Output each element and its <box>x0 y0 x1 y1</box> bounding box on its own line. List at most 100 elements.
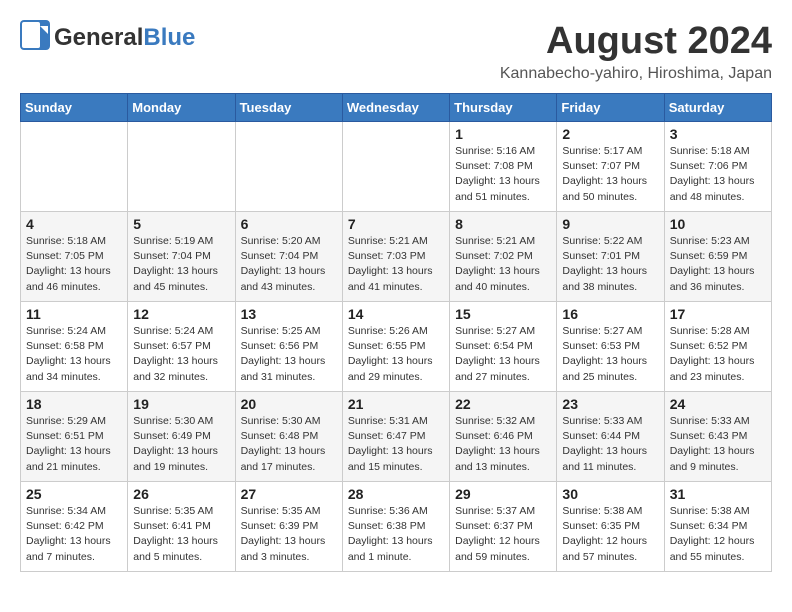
calendar-week-4: 18Sunrise: 5:29 AM Sunset: 6:51 PM Dayli… <box>21 392 772 482</box>
logo-general-text: General <box>54 24 143 51</box>
day-number: 16 <box>562 306 658 322</box>
day-info: Sunrise: 5:20 AM Sunset: 7:04 PM Dayligh… <box>241 234 337 295</box>
day-info: Sunrise: 5:25 AM Sunset: 6:56 PM Dayligh… <box>241 324 337 385</box>
calendar-cell: 30Sunrise: 5:38 AM Sunset: 6:35 PM Dayli… <box>557 482 664 572</box>
logo: GeneralBlue <box>20 20 195 55</box>
day-info: Sunrise: 5:28 AM Sunset: 6:52 PM Dayligh… <box>670 324 766 385</box>
day-number: 14 <box>348 306 444 322</box>
day-number: 3 <box>670 126 766 142</box>
day-info: Sunrise: 5:27 AM Sunset: 6:53 PM Dayligh… <box>562 324 658 385</box>
day-info: Sunrise: 5:19 AM Sunset: 7:04 PM Dayligh… <box>133 234 229 295</box>
day-number: 21 <box>348 396 444 412</box>
calendar-cell: 22 Sunrise: 5:32 AM Sunset: 6:46 PM Dayli… <box>450 392 557 482</box>
calendar-cell: 11 Sunrise: 5:24 AM Sunset: 6:58 PM Dayli… <box>21 302 128 392</box>
day-number: 12 <box>133 306 229 322</box>
day-number: 10 <box>670 216 766 232</box>
day-info: Sunrise: 5:38 AM Sunset: 6:34 PM Dayligh… <box>670 504 766 565</box>
day-number: 4 <box>26 216 122 232</box>
title-section: August 2024 Kannabecho-yahiro, Hiroshima… <box>500 20 772 83</box>
calendar-cell: 15Sunrise: 5:27 AM Sunset: 6:54 PM Dayli… <box>450 302 557 392</box>
calendar-cell: 23 Sunrise: 5:33 AM Sunset: 6:44 PM Dayli… <box>557 392 664 482</box>
day-number: 9 <box>562 216 658 232</box>
calendar-cell: 21 Sunrise: 5:31 AM Sunset: 6:47 PM Dayli… <box>342 392 449 482</box>
day-info: Sunrise: 5:35 AM Sunset: 6:41 PM Dayligh… <box>133 504 229 565</box>
day-number: 22 <box>455 396 551 412</box>
calendar-cell: 14 Sunrise: 5:26 AM Sunset: 6:55 PM Dayli… <box>342 302 449 392</box>
page-header: GeneralBlue August 2024 Kannabecho-yahir… <box>20 20 772 83</box>
day-info: Sunrise: 5:26 AM Sunset: 6:55 PM Dayligh… <box>348 324 444 385</box>
day-number: 24 <box>670 396 766 412</box>
calendar-cell: 8 Sunrise: 5:21 AM Sunset: 7:02 PM Daylig… <box>450 212 557 302</box>
calendar-cell: 31 Sunrise: 5:38 AM Sunset: 6:34 PM Dayli… <box>664 482 771 572</box>
day-info: Sunrise: 5:21 AM Sunset: 7:02 PM Dayligh… <box>455 234 551 295</box>
logo-blue-text: Blue <box>143 24 195 51</box>
day-number: 5 <box>133 216 229 232</box>
calendar-cell <box>342 122 449 212</box>
calendar-cell <box>21 122 128 212</box>
day-info: Sunrise: 5:18 AM Sunset: 7:05 PM Dayligh… <box>26 234 122 295</box>
calendar-cell: 10 Sunrise: 5:23 AM Sunset: 6:59 PM Dayli… <box>664 212 771 302</box>
weekday-header-tuesday: Tuesday <box>235 94 342 122</box>
calendar-cell: 2 Sunrise: 5:17 AM Sunset: 7:07 PM Daylig… <box>557 122 664 212</box>
calendar-cell <box>235 122 342 212</box>
calendar-cell: 18Sunrise: 5:29 AM Sunset: 6:51 PM Dayli… <box>21 392 128 482</box>
day-info: Sunrise: 5:24 AM Sunset: 6:57 PM Dayligh… <box>133 324 229 385</box>
day-info: Sunrise: 5:32 AM Sunset: 6:46 PM Dayligh… <box>455 414 551 475</box>
calendar-cell: 4 Sunrise: 5:18 AM Sunset: 7:05 PM Daylig… <box>21 212 128 302</box>
calendar-week-5: 25 Sunrise: 5:34 AM Sunset: 6:42 PM Dayli… <box>21 482 772 572</box>
day-info: Sunrise: 5:31 AM Sunset: 6:47 PM Dayligh… <box>348 414 444 475</box>
day-info: Sunrise: 5:35 AM Sunset: 6:39 PM Dayligh… <box>241 504 337 565</box>
calendar-cell: 26 Sunrise: 5:35 AM Sunset: 6:41 PM Dayli… <box>128 482 235 572</box>
weekday-header-thursday: Thursday <box>450 94 557 122</box>
calendar-cell: 28Sunrise: 5:36 AM Sunset: 6:38 PM Dayli… <box>342 482 449 572</box>
day-number: 31 <box>670 486 766 502</box>
location-text: Kannabecho-yahiro, Hiroshima, Japan <box>500 65 772 83</box>
calendar-cell: 3Sunrise: 5:18 AM Sunset: 7:06 PM Daylig… <box>664 122 771 212</box>
day-number: 6 <box>241 216 337 232</box>
calendar-week-3: 11 Sunrise: 5:24 AM Sunset: 6:58 PM Dayli… <box>21 302 772 392</box>
day-number: 23 <box>562 396 658 412</box>
day-info: Sunrise: 5:29 AM Sunset: 6:51 PM Dayligh… <box>26 414 122 475</box>
day-info: Sunrise: 5:30 AM Sunset: 6:49 PM Dayligh… <box>133 414 229 475</box>
calendar-cell: 20 Sunrise: 5:30 AM Sunset: 6:48 PM Dayli… <box>235 392 342 482</box>
day-info: Sunrise: 5:33 AM Sunset: 6:44 PM Dayligh… <box>562 414 658 475</box>
day-info: Sunrise: 5:33 AM Sunset: 6:43 PM Dayligh… <box>670 414 766 475</box>
day-info: Sunrise: 5:24 AM Sunset: 6:58 PM Dayligh… <box>26 324 122 385</box>
day-number: 17 <box>670 306 766 322</box>
calendar-cell: 12 Sunrise: 5:24 AM Sunset: 6:57 PM Dayli… <box>128 302 235 392</box>
day-number: 2 <box>562 126 658 142</box>
day-number: 27 <box>241 486 337 502</box>
calendar-table: SundayMondayTuesdayWednesdayThursdayFrid… <box>20 93 772 572</box>
day-number: 11 <box>26 306 122 322</box>
calendar-cell: 24 Sunrise: 5:33 AM Sunset: 6:43 PM Dayli… <box>664 392 771 482</box>
day-number: 7 <box>348 216 444 232</box>
calendar-cell: 6 Sunrise: 5:20 AM Sunset: 7:04 PM Daylig… <box>235 212 342 302</box>
calendar-cell: 19 Sunrise: 5:30 AM Sunset: 6:49 PM Dayli… <box>128 392 235 482</box>
day-number: 20 <box>241 396 337 412</box>
calendar-cell: 7Sunrise: 5:21 AM Sunset: 7:03 PM Daylig… <box>342 212 449 302</box>
day-number: 28 <box>348 486 444 502</box>
day-info: Sunrise: 5:38 AM Sunset: 6:35 PM Dayligh… <box>562 504 658 565</box>
month-title: August 2024 <box>500 20 772 63</box>
day-number: 15 <box>455 306 551 322</box>
day-number: 8 <box>455 216 551 232</box>
calendar-cell <box>128 122 235 212</box>
day-info: Sunrise: 5:23 AM Sunset: 6:59 PM Dayligh… <box>670 234 766 295</box>
logo-icon <box>20 20 50 55</box>
calendar-week-1: 1Sunrise: 5:16 AM Sunset: 7:08 PM Daylig… <box>21 122 772 212</box>
day-number: 26 <box>133 486 229 502</box>
day-info: Sunrise: 5:22 AM Sunset: 7:01 PM Dayligh… <box>562 234 658 295</box>
day-info: Sunrise: 5:16 AM Sunset: 7:08 PM Dayligh… <box>455 144 551 205</box>
day-info: Sunrise: 5:34 AM Sunset: 6:42 PM Dayligh… <box>26 504 122 565</box>
day-info: Sunrise: 5:30 AM Sunset: 6:48 PM Dayligh… <box>241 414 337 475</box>
calendar-cell: 29Sunrise: 5:37 AM Sunset: 6:37 PM Dayli… <box>450 482 557 572</box>
calendar-cell: 13Sunrise: 5:25 AM Sunset: 6:56 PM Dayli… <box>235 302 342 392</box>
day-number: 25 <box>26 486 122 502</box>
calendar-cell: 16 Sunrise: 5:27 AM Sunset: 6:53 PM Dayli… <box>557 302 664 392</box>
calendar-header-row: SundayMondayTuesdayWednesdayThursdayFrid… <box>21 94 772 122</box>
day-number: 19 <box>133 396 229 412</box>
weekday-header-monday: Monday <box>128 94 235 122</box>
day-info: Sunrise: 5:17 AM Sunset: 7:07 PM Dayligh… <box>562 144 658 205</box>
calendar-cell: 1Sunrise: 5:16 AM Sunset: 7:08 PM Daylig… <box>450 122 557 212</box>
calendar-cell: 9 Sunrise: 5:22 AM Sunset: 7:01 PM Daylig… <box>557 212 664 302</box>
